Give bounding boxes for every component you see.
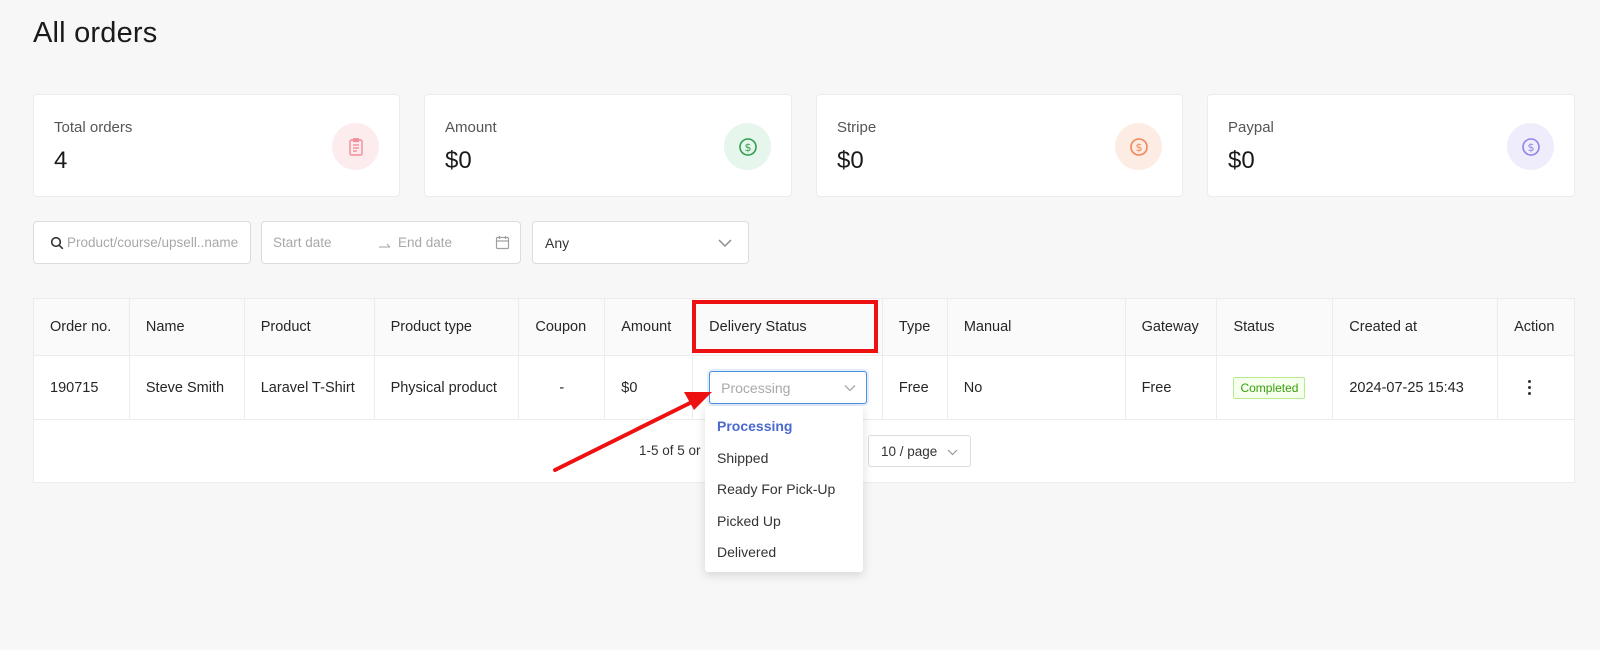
amount-cell: $0 [605, 356, 694, 419]
page-title: All orders [33, 17, 158, 49]
column-header: Status [1217, 299, 1334, 355]
product-cell: Laravel T-Shirt [245, 356, 375, 419]
clipboard-icon [332, 123, 379, 170]
pagination-range: 1-5 of 5 or [639, 443, 701, 458]
type-cell: Free [883, 356, 948, 419]
dropdown-option-shipped[interactable]: Shipped [705, 443, 863, 475]
column-header: Action [1514, 319, 1555, 335]
delivery-status-select[interactable]: Processing [709, 371, 868, 404]
status-filter-value: Any [545, 235, 570, 251]
search-input[interactable] [67, 223, 247, 262]
status-badge: Completed [1233, 376, 1306, 399]
page-size-value: 10 / page [881, 444, 938, 459]
stat-value: $0 [445, 147, 472, 174]
page-size-select[interactable]: 10 / page [868, 435, 971, 467]
svg-text:$: $ [1527, 141, 1534, 154]
chevron-down-icon [947, 449, 958, 456]
stat-value: $0 [837, 147, 864, 174]
stat-label: Paypal [1228, 119, 1274, 136]
stat-label: Amount [445, 119, 497, 136]
stat-card-total-orders: Total orders 4 [33, 94, 400, 197]
name-cell: Steve Smith [130, 356, 245, 419]
search-icon [50, 236, 64, 250]
end-date-input[interactable]: End date [398, 235, 452, 250]
dropdown-option-ready-for-pickup[interactable]: Ready For Pick-Up [705, 474, 863, 506]
search-field[interactable] [33, 221, 251, 264]
dollar-icon: $ [1115, 123, 1162, 170]
stat-card-paypal: Paypal $0 $ [1207, 94, 1575, 197]
date-range-picker[interactable]: Start date End date [261, 221, 521, 264]
stat-label: Stripe [837, 119, 877, 136]
status-cell: Completed [1217, 356, 1334, 419]
column-header: Type [883, 299, 948, 355]
column-header: Product type [375, 299, 520, 355]
column-header: Amount [605, 299, 694, 355]
column-header: Product [245, 299, 375, 355]
column-header: Gateway [1126, 299, 1218, 355]
coupon-cell: - [519, 356, 606, 419]
action-cell [1498, 356, 1574, 419]
stat-value: $0 [1228, 147, 1255, 174]
calendar-icon[interactable] [495, 235, 510, 250]
dropdown-option-picked-up[interactable]: Picked Up [705, 506, 863, 538]
stat-value: 4 [54, 147, 68, 174]
stat-label: Total orders [54, 119, 133, 136]
svg-text:$: $ [1135, 141, 1142, 154]
start-date-input[interactable]: Start date [273, 235, 332, 250]
dollar-icon: $ [1507, 123, 1554, 170]
gateway-cell: Free [1126, 356, 1218, 419]
delivery-status-dropdown: Processing Shipped Ready For Pick-Up Pic… [705, 406, 863, 572]
order-no-cell: 190715 [34, 356, 130, 419]
column-header: Manual [948, 299, 1126, 355]
dropdown-option-processing[interactable]: Processing [705, 411, 863, 443]
dropdown-option-delivered[interactable]: Delivered [705, 537, 863, 569]
manual-cell: No [948, 356, 1126, 419]
arrow-right-icon [379, 243, 391, 248]
product-type-cell: Physical product [375, 356, 520, 419]
delivery-status-value: Processing [721, 380, 791, 396]
column-header: Coupon [519, 299, 606, 355]
stat-card-stripe: Stripe $0 $ [816, 94, 1183, 197]
column-header: Created at [1333, 299, 1499, 355]
created-at-cell: 2024-07-25 15:43 [1333, 356, 1499, 419]
column-header: Order no. [34, 299, 130, 355]
stat-card-amount: Amount $0 $ [424, 94, 792, 197]
status-filter-select[interactable]: Any [532, 221, 749, 264]
column-header: Name [130, 299, 245, 355]
orders-page: All orders Total orders 4 Amount $0 $ St… [0, 0, 1600, 650]
chevron-down-icon [844, 385, 856, 392]
svg-text:$: $ [744, 141, 751, 154]
annotation-highlight-box [692, 300, 878, 353]
dollar-icon: $ [724, 123, 771, 170]
chevron-down-icon [718, 239, 732, 247]
more-actions-icon[interactable] [1528, 380, 1532, 395]
